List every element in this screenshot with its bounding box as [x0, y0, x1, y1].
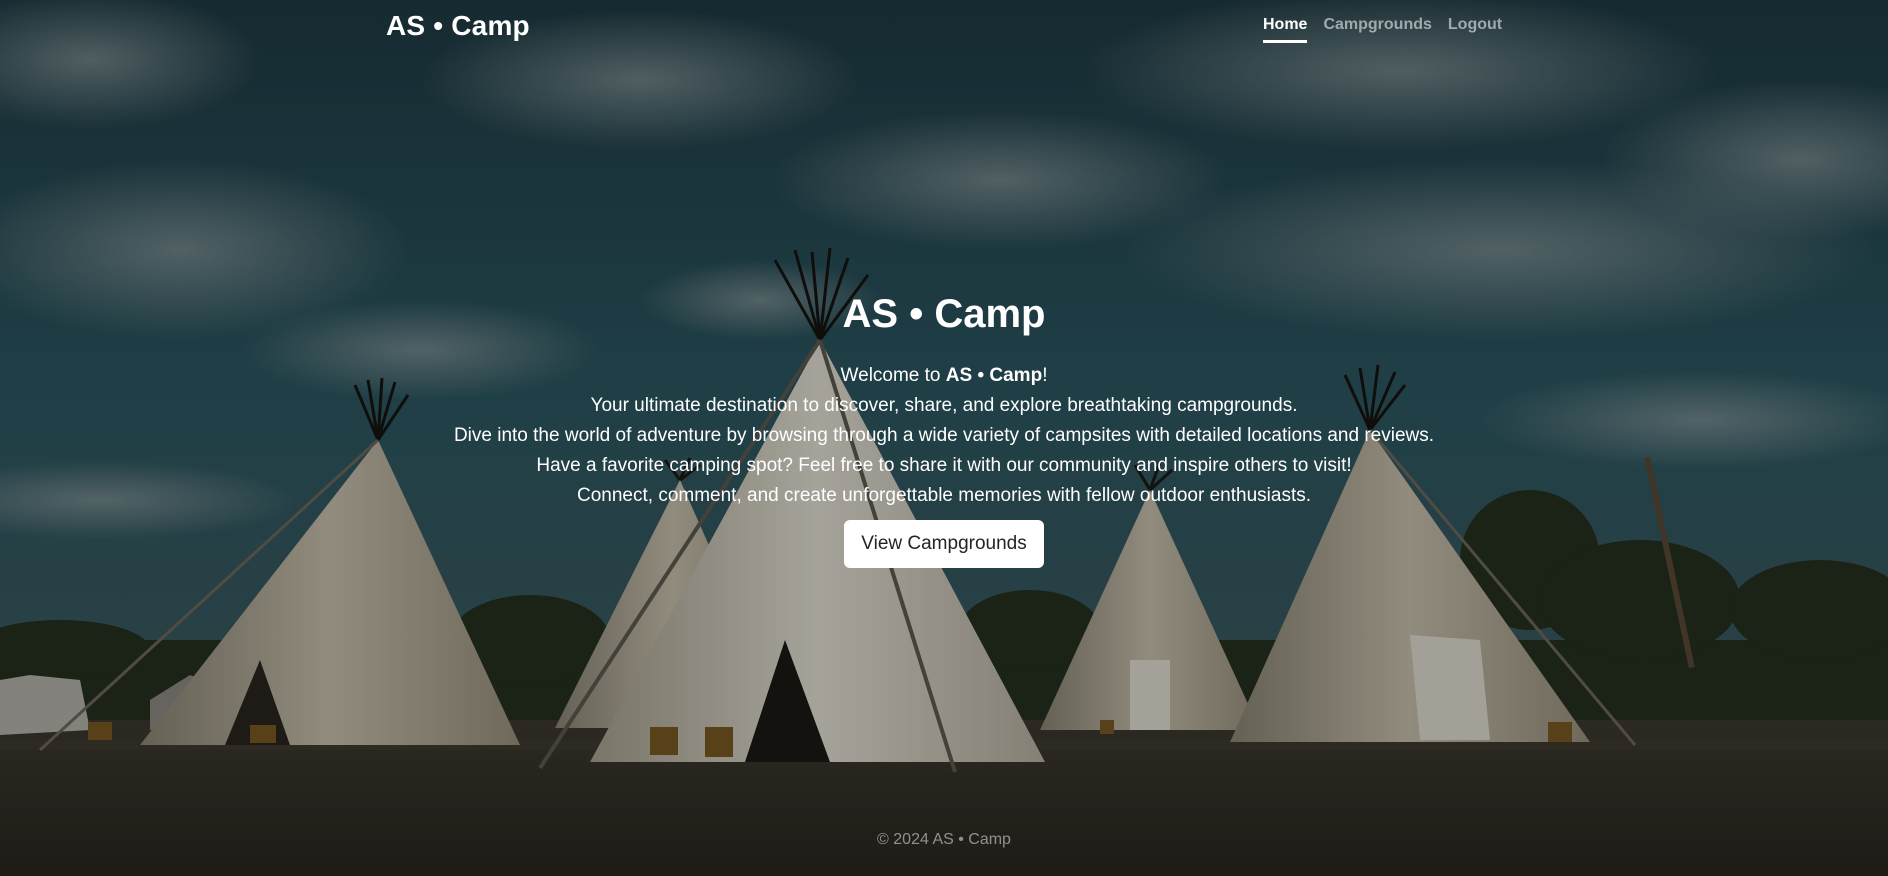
nav-link-campgrounds[interactable]: Campgrounds [1323, 16, 1431, 43]
hero-line-3: Have a favorite camping spot? Feel free … [536, 455, 1352, 476]
welcome-line: Welcome to AS • Camp! [0, 361, 1888, 391]
nav-link-home[interactable]: Home [1263, 16, 1308, 43]
landing-page: AS • Camp Home Campgrounds Logout AS • C… [0, 0, 1888, 876]
footer-copyright: © 2024 AS • Camp [877, 831, 1011, 848]
hero-line-1: Your ultimate destination to discover, s… [590, 395, 1298, 416]
navbar: AS • Camp Home Campgrounds Logout [0, 0, 1888, 60]
welcome-brand: AS • Camp [945, 365, 1043, 386]
view-campgrounds-button[interactable]: View Campgrounds [844, 520, 1044, 568]
nav-link-logout[interactable]: Logout [1448, 16, 1502, 43]
footer: © 2024 AS • Camp [0, 831, 1888, 849]
hero-title: AS • Camp [842, 292, 1046, 336]
hero-section: AS • Camp Welcome to AS • Camp! Your ult… [0, 290, 1888, 568]
hero-line-4: Connect, comment, and create unforgettab… [577, 485, 1311, 506]
hero-line-2: Dive into the world of adventure by brow… [453, 425, 1435, 446]
hero-lead: Welcome to AS • Camp! Your ultimate dest… [0, 361, 1888, 511]
brand-logo[interactable]: AS • Camp [386, 10, 530, 42]
welcome-prefix: Welcome to [840, 365, 946, 386]
welcome-suffix: ! [1042, 365, 1048, 386]
nav-links: Home Campgrounds Logout [1263, 16, 1502, 43]
